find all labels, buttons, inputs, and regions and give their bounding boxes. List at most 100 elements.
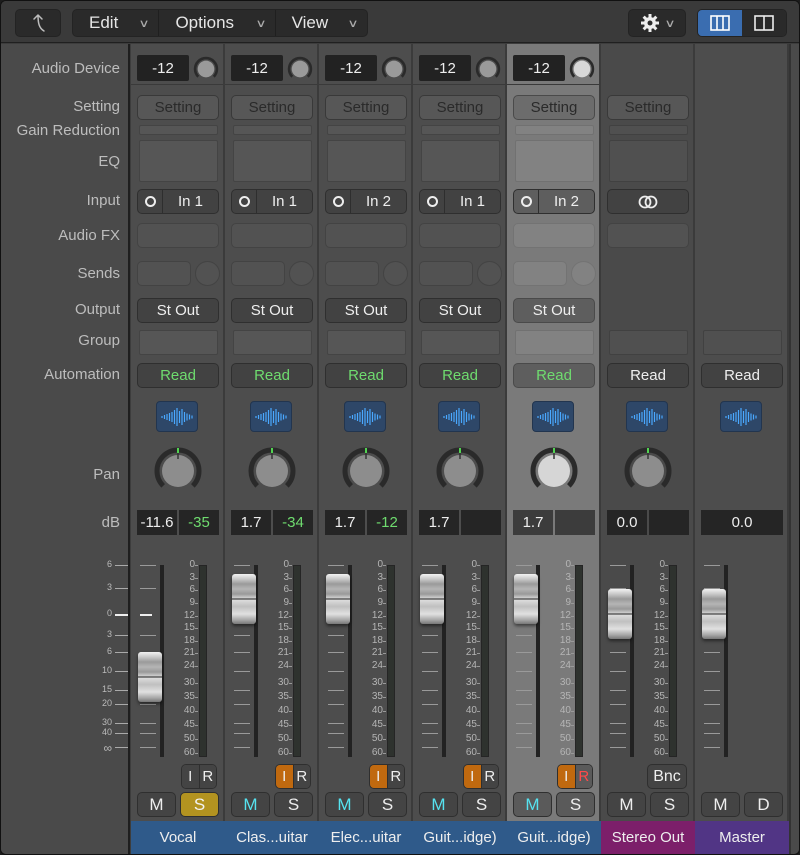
record-enable-button[interactable]: R — [481, 765, 498, 788]
setting-button[interactable]: Setting — [137, 95, 219, 120]
group-slot[interactable] — [139, 330, 218, 355]
pan-knob[interactable] — [247, 446, 297, 496]
waveform-icon[interactable] — [156, 401, 198, 432]
three-column-view-button[interactable] — [698, 10, 742, 36]
fader-handle[interactable] — [420, 574, 444, 625]
group-slot[interactable] — [703, 330, 782, 355]
dim-button[interactable]: D — [744, 792, 783, 817]
audio-device-gain-knob[interactable] — [381, 56, 407, 82]
pan-knob[interactable] — [341, 446, 391, 496]
input-button[interactable]: In 1 — [419, 189, 501, 214]
input-button[interactable] — [607, 189, 689, 214]
output-button[interactable]: St Out — [137, 298, 219, 323]
mono-stereo-toggle[interactable] — [138, 190, 163, 213]
mono-stereo-toggle[interactable] — [326, 190, 351, 213]
peak-db[interactable] — [649, 510, 689, 535]
eq-display[interactable] — [233, 140, 312, 182]
audio-fx-slot[interactable] — [513, 223, 595, 248]
volume-db[interactable]: 0.0 — [607, 510, 647, 535]
record-enable-button[interactable]: R — [575, 765, 592, 788]
setting-button[interactable]: Setting — [513, 95, 595, 120]
send-level-knob[interactable] — [477, 261, 502, 286]
audio-fx-slot[interactable] — [325, 223, 407, 248]
send-slot[interactable] — [419, 261, 473, 286]
input-monitoring-button[interactable]: I — [370, 765, 388, 788]
mute-button[interactable]: M — [513, 792, 552, 817]
audio-device-gain-knob[interactable] — [569, 56, 595, 82]
automation-mode-button[interactable]: Read — [419, 363, 501, 388]
automation-mode-button[interactable]: Read — [607, 363, 689, 388]
fader-handle[interactable] — [702, 589, 726, 639]
track-name[interactable]: Guit...idge) — [413, 821, 507, 854]
input-monitoring-button[interactable]: I — [464, 765, 482, 788]
input-button[interactable]: In 1 — [231, 189, 313, 214]
mute-button[interactable]: M — [231, 792, 270, 817]
audio-fx-slot[interactable] — [231, 223, 313, 248]
view-menu[interactable]: View ∨ — [276, 10, 367, 36]
volume-db[interactable]: 0.0 — [701, 510, 783, 535]
volume-db[interactable]: 1.7 — [231, 510, 271, 535]
waveform-icon[interactable] — [626, 401, 668, 432]
fader-handle[interactable] — [608, 589, 632, 639]
output-button[interactable]: St Out — [325, 298, 407, 323]
track-name[interactable]: Vocal — [131, 821, 225, 854]
input-button[interactable]: In 1 — [137, 189, 219, 214]
bounce-button[interactable]: Bnc — [647, 764, 687, 789]
mute-button[interactable]: M — [137, 792, 176, 817]
automation-mode-button[interactable]: Read — [513, 363, 595, 388]
two-column-view-button[interactable] — [742, 10, 786, 36]
peak-db[interactable] — [461, 510, 501, 535]
group-slot[interactable] — [515, 330, 594, 355]
audio-device-gain-knob[interactable] — [287, 56, 313, 82]
send-level-knob[interactable] — [195, 261, 220, 286]
pan-knob[interactable] — [529, 446, 579, 496]
setting-button[interactable]: Setting — [419, 95, 501, 120]
options-menu[interactable]: Options ∨ — [159, 10, 276, 36]
fader-handle[interactable] — [232, 574, 256, 625]
send-slot[interactable] — [137, 261, 191, 286]
audio-device-gain[interactable]: -12 — [325, 55, 377, 81]
group-slot[interactable] — [609, 330, 688, 355]
mono-stereo-toggle[interactable] — [420, 190, 445, 213]
track-name[interactable]: Master — [695, 821, 789, 854]
output-button[interactable]: St Out — [231, 298, 313, 323]
send-level-knob[interactable] — [383, 261, 408, 286]
audio-device-gain[interactable]: -12 — [419, 55, 471, 81]
pan-knob[interactable] — [435, 446, 485, 496]
track-name[interactable]: Guit...idge) — [507, 821, 601, 854]
mute-button[interactable]: M — [701, 792, 740, 817]
waveform-icon[interactable] — [344, 401, 386, 432]
peak-db[interactable]: -35 — [179, 510, 219, 535]
peak-db[interactable]: -12 — [367, 510, 407, 535]
send-slot[interactable] — [231, 261, 285, 286]
track-name[interactable]: Elec...uitar — [319, 821, 413, 854]
mute-button[interactable]: M — [607, 792, 646, 817]
automation-mode-button[interactable]: Read — [231, 363, 313, 388]
eq-display[interactable] — [609, 140, 688, 182]
solo-button[interactable]: S — [368, 792, 407, 817]
group-slot[interactable] — [327, 330, 406, 355]
send-level-knob[interactable] — [571, 261, 596, 286]
volume-db[interactable]: 1.7 — [325, 510, 365, 535]
mute-button[interactable]: M — [419, 792, 458, 817]
audio-fx-slot[interactable] — [419, 223, 501, 248]
eq-display[interactable] — [327, 140, 406, 182]
output-button[interactable]: St Out — [419, 298, 501, 323]
eq-display[interactable] — [515, 140, 594, 182]
record-enable-button[interactable]: R — [199, 765, 216, 788]
audio-fx-slot[interactable] — [607, 223, 689, 248]
output-button[interactable]: St Out — [513, 298, 595, 323]
audio-device-gain-knob[interactable] — [193, 56, 219, 82]
setting-button[interactable]: Setting — [325, 95, 407, 120]
settings-menu-button[interactable]: ∨ — [628, 9, 686, 37]
audio-device-gain-knob[interactable] — [475, 56, 501, 82]
automation-mode-button[interactable]: Read — [325, 363, 407, 388]
mono-stereo-toggle[interactable] — [232, 190, 257, 213]
audio-device-gain[interactable]: -12 — [513, 55, 565, 81]
input-monitoring-button[interactable]: I — [558, 765, 576, 788]
volume-db[interactable]: 1.7 — [513, 510, 553, 535]
solo-button[interactable]: S — [180, 792, 219, 817]
record-enable-button[interactable]: R — [293, 765, 310, 788]
volume-db[interactable]: -11.6 — [137, 510, 177, 535]
fader-handle[interactable] — [138, 652, 162, 703]
